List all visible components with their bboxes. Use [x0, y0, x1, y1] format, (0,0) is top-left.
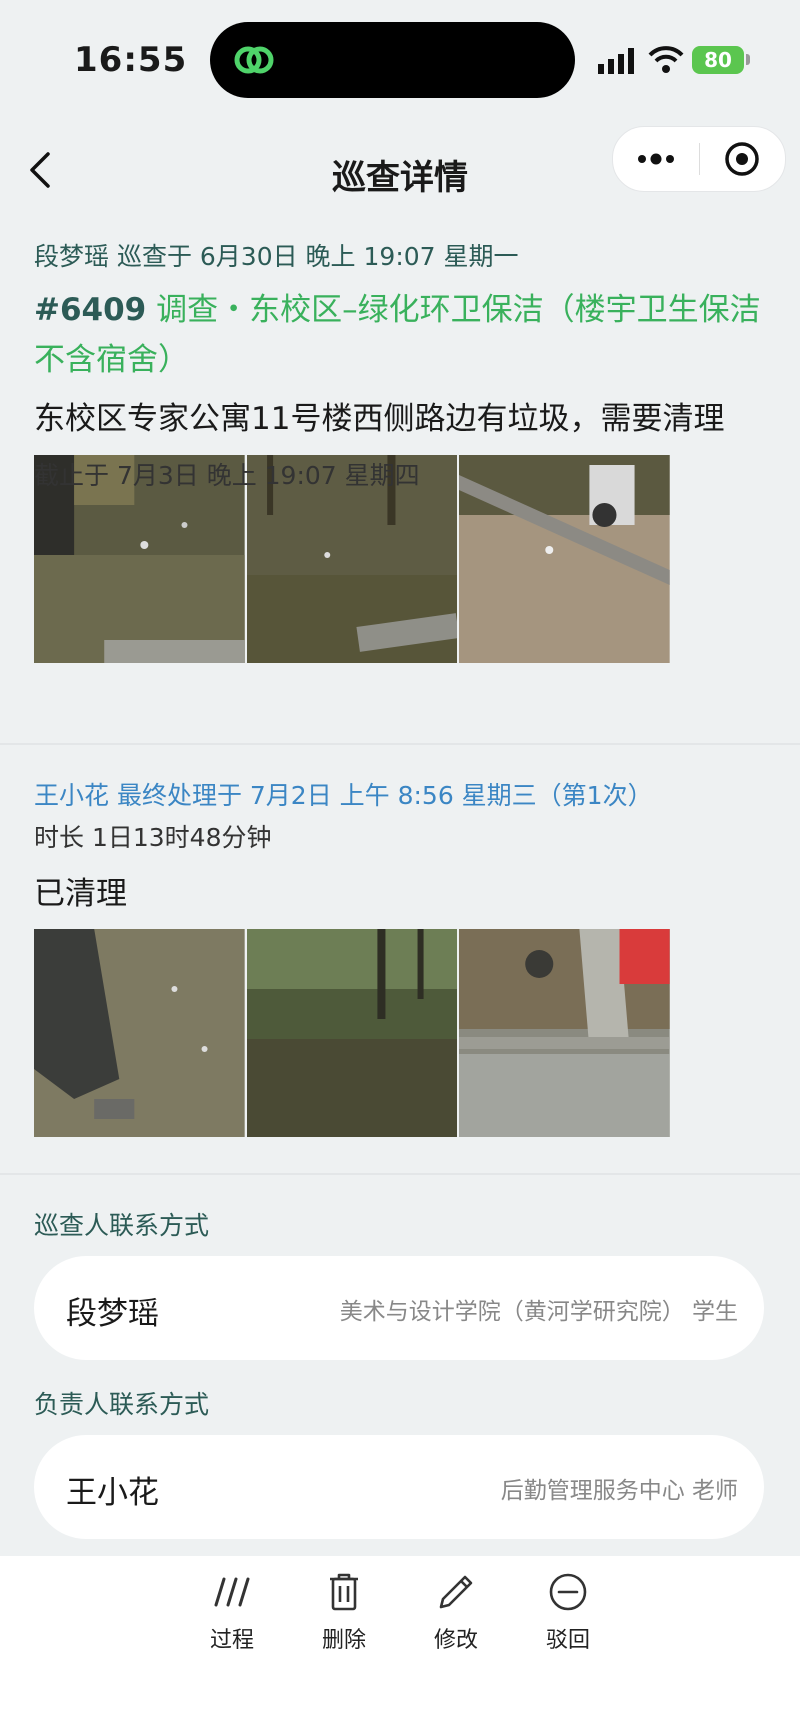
- handling-result: 已清理: [34, 876, 127, 912]
- edit-label: 修改: [433, 1628, 478, 1653]
- status-time: 16:55: [74, 40, 188, 80]
- reject-label: 驳回: [545, 1628, 590, 1653]
- responsible-name: 王小花: [66, 1475, 159, 1511]
- handling-photos: [34, 929, 671, 1137]
- mini-program-capsule: [612, 126, 786, 192]
- inspection-title: #6409 调查・东校区–绿化环卫保洁（楼宇卫生保洁 不含宿舍）: [34, 285, 774, 385]
- handling-photo[interactable]: [459, 929, 671, 1137]
- delete-button[interactable]: 删除: [294, 1568, 394, 1654]
- more-dots-icon: [638, 153, 674, 165]
- handling-photo[interactable]: [34, 929, 245, 1137]
- responsible-contact-label: 负责人联系方式: [34, 1390, 210, 1419]
- pencil-icon: [439, 1575, 473, 1609]
- inspection-deadline: 截止于 7月3日 晚上 19:07 星期四: [34, 461, 420, 490]
- responsible-org: 后勤管理服务中心 老师: [500, 1478, 738, 1504]
- handling-meta: 王小花 最终处理于 7月2日 上午 8:56 星期三（第1次）: [34, 781, 653, 810]
- battery-indicator: 80: [692, 46, 744, 74]
- process-button[interactable]: 过程: [182, 1568, 282, 1654]
- delete-label: 删除: [321, 1628, 366, 1653]
- inspection-photo[interactable]: [459, 455, 671, 663]
- nav-bar: 巡查详情: [0, 120, 800, 220]
- trash-icon: [330, 1573, 358, 1611]
- more-button[interactable]: [613, 127, 699, 191]
- reject-button[interactable]: 驳回: [518, 1568, 618, 1654]
- process-slashes-icon: [214, 1577, 250, 1607]
- inspector-name: 段梦瑶: [66, 1296, 159, 1332]
- battery-tip: [746, 54, 750, 65]
- signal-icon: [598, 48, 634, 74]
- status-bar: 16:55 80: [0, 0, 800, 120]
- section-divider: [0, 1173, 800, 1175]
- close-miniprogram-button[interactable]: [699, 127, 785, 191]
- inspector-contact-label: 巡查人联系方式: [34, 1211, 210, 1240]
- inspector-org: 美术与设计学院（黄河学研究院） 学生: [339, 1299, 738, 1325]
- app-link-icon: [234, 46, 274, 74]
- wifi-icon: [648, 46, 684, 73]
- responsible-contact-card[interactable]: 王小花 后勤管理服务中心 老师: [34, 1435, 764, 1539]
- handling-duration: 时长 1日13时48分钟: [34, 823, 272, 852]
- bottom-action-bar: 过程 删除 修改 驳回: [0, 1556, 800, 1734]
- minus-circle-icon: [549, 1573, 587, 1611]
- edit-button[interactable]: 修改: [406, 1568, 506, 1654]
- inspection-description: 东校区专家公寓11号楼西侧路边有垃圾，需要清理: [34, 401, 725, 437]
- dynamic-island: [210, 22, 575, 98]
- inspection-number: #6409: [34, 292, 147, 328]
- inspector-contact-card[interactable]: 段梦瑶 美术与设计学院（黄河学研究院） 学生: [34, 1256, 764, 1360]
- section-divider: [0, 743, 800, 745]
- target-icon: [725, 142, 759, 176]
- process-label: 过程: [209, 1628, 254, 1653]
- inspection-meta: 段梦瑶 巡查于 6月30日 晚上 19:07 星期一: [34, 242, 519, 271]
- handling-photo[interactable]: [246, 929, 458, 1137]
